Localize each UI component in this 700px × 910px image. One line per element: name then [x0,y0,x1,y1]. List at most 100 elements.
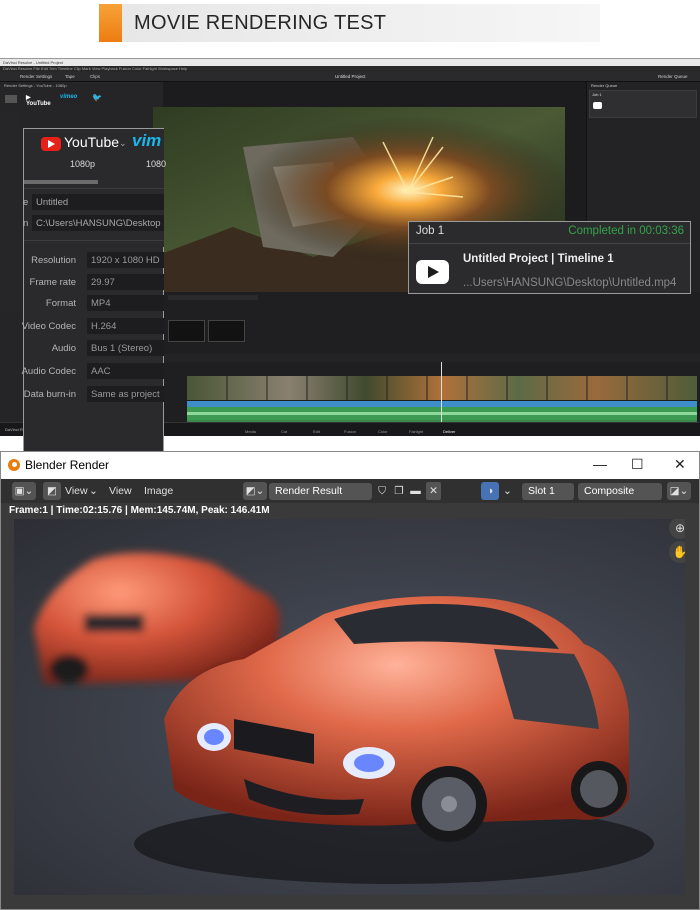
folder-icon[interactable]: ▬ [408,482,423,500]
data-burn-in-select[interactable]: Same as project [87,386,164,402]
youtube-play-icon [416,260,449,284]
clip-thumb-1[interactable] [168,320,205,342]
queue-job-item[interactable]: Job 1 [589,90,697,118]
banner-title: MOVIE RENDERING TEST [134,12,387,34]
maximize-icon[interactable]: ☐ [631,456,644,473]
data-burn-in-row: Data burn-in Same as project [24,385,164,403]
resolution-preset: 1080p [70,159,96,169]
blender-logo-icon [8,459,20,471]
view-icon[interactable]: ◑ [481,482,499,500]
resolution-select[interactable]: 1920 x 1080 HD [87,252,164,268]
queue-job-label: Job 1 [592,92,602,97]
custom-preset-icon[interactable] [5,95,17,103]
tab-deliver[interactable]: Deliver [443,429,455,434]
youtube-icon [593,102,602,109]
audio-label: Audio [51,343,76,354]
format-label: Format [45,298,76,309]
pass-select[interactable]: Composite [578,483,662,500]
duplicate-icon[interactable]: ❐ [392,482,406,500]
filename-row: e Untitled [23,193,164,211]
frame-rate-select[interactable]: 29.97 [87,274,164,290]
location-label: n [23,218,29,229]
clips-tab[interactable]: Clips [90,74,100,79]
mode-icon[interactable]: ◩ [43,482,61,500]
editor-type-icon[interactable]: ▣⌄ [12,482,36,500]
format-select[interactable]: MP4 [87,295,164,311]
filename-label: e [23,197,29,208]
render-job-card[interactable]: Job 1 Completed in 00:03:36 Untitled Pro… [408,221,691,294]
render-settings-tab[interactable]: Render Settings [20,74,52,79]
resolve-toolbar: Render Settings Tape Clips Untitled Proj… [0,72,700,82]
data-burn-in-label: Data burn-in [23,389,76,400]
render-settings-title: Render Settings - YouTube - 1080p [4,83,67,88]
audio-select[interactable]: Bus 1 (Stereo) [87,340,164,356]
vimeo-preset-icon[interactable]: vimeo [60,94,77,100]
render-queue-tab[interactable]: Render Queue [658,74,688,79]
menu-view-1[interactable]: View [65,482,88,500]
playhead[interactable] [441,362,442,427]
video-track[interactable] [187,376,697,400]
youtube-preset-icon[interactable]: ▶ YouTube [26,94,52,107]
render-queue-title: Render Queue [591,83,618,88]
tab-cut[interactable]: Cut [281,429,287,434]
job-project: Untitled Project | Timeline 1 [463,253,614,265]
tab-fusion[interactable]: Fusion [344,429,356,434]
frame-rate-row: Frame rate 29.97 [24,273,164,291]
image-editor-header: ▣⌄ ◩ View ⌄ View Image ◩⌄ Render Result … [1,479,699,503]
project-name: Untitled Project [335,74,366,79]
slot-select[interactable]: Slot 1 [522,483,574,500]
title-banner: MOVIE RENDERING TEST [99,4,600,42]
vimeo-preset-label[interactable]: vim [132,131,161,151]
unlink-icon[interactable]: ✕ [426,482,441,500]
menu-view-2[interactable]: View [109,482,132,500]
render-settings-popup: YouTube ⌄ vim 1080p 1080 e Untitled n C:… [21,128,167,461]
youtube-logo-icon[interactable] [41,137,61,151]
format-row: Format MP4 [24,294,164,312]
tab-media[interactable]: Media [245,429,256,434]
chevron-down-icon[interactable]: ⌄ [119,138,127,149]
image-name-field[interactable]: Render Result [269,483,372,500]
timeline-panel [163,292,700,427]
video-codec-label: Video Codec [21,321,76,332]
frame-rate-label: Frame rate [29,277,76,288]
tab-edit[interactable]: Edit [313,429,320,434]
filename-field[interactable]: Untitled [32,194,164,210]
resolution-preset-2: 1080 [146,159,167,169]
location-row: n C:\Users\HANSUNG\Desktop [23,214,164,232]
menu-image[interactable]: Image [144,482,173,500]
render-info: Frame:1 | Time:02:15.76 | Mem:145.74M, P… [9,505,270,516]
job-status: Completed in 00:03:36 [568,225,684,237]
video-codec-row: Video Codec H.264 [21,317,164,335]
hand-pan-icon[interactable]: ✋ [669,541,685,563]
twitter-preset-icon[interactable]: 🐦 [92,93,102,102]
minimize-icon[interactable]: — [593,456,607,472]
chevron-down-icon-2[interactable]: ⌄ [503,482,512,500]
preset-scrollbar[interactable] [24,180,98,184]
audio-row: Audio Bus 1 (Stereo) [24,339,164,357]
job-title: Job 1 [416,225,445,237]
blender-window: Blender Render — ☐ ✕ ▣⌄ ◩ View ⌄ View Im… [0,451,700,910]
tab-fairlight[interactable]: Fairlight [409,429,423,434]
audio-waveform[interactable] [187,407,697,420]
resolution-label: Resolution [31,255,76,266]
blender-titlebar: Blender Render — ☐ ✕ [1,452,699,479]
banner-accent [99,4,122,42]
location-field[interactable]: C:\Users\HANSUNG\Desktop [32,215,164,231]
chevron-down-icon[interactable]: ⌄ [89,482,98,500]
close-icon[interactable]: ✕ [674,456,686,473]
shield-icon[interactable]: ⛉ [375,482,389,500]
job-output-path: ...Users\HANSUNG\Desktop\Untitled.mp4 [463,277,677,289]
render-result-canvas[interactable]: ⊕ ✋ [14,519,685,895]
resolution-row: Resolution 1920 x 1080 HD [24,251,164,269]
audio-codec-select[interactable]: AAC [87,363,164,379]
tab-color[interactable]: Color [378,429,388,434]
image-browse-icon[interactable]: ◩⌄ [243,482,267,500]
tape-tab[interactable]: Tape [65,74,75,79]
video-codec-select[interactable]: H.264 [87,318,164,334]
audio-codec-row: Audio Codec AAC [22,362,164,380]
youtube-preset-label[interactable]: YouTube [64,134,119,150]
resolve-titlebar: DaVinci Resolve - Untitled Project [0,59,700,66]
rendered-cars-image [34,552,654,884]
display-channels-icon[interactable]: ◪⌄ [667,482,691,500]
clip-thumb-2[interactable] [208,320,245,342]
